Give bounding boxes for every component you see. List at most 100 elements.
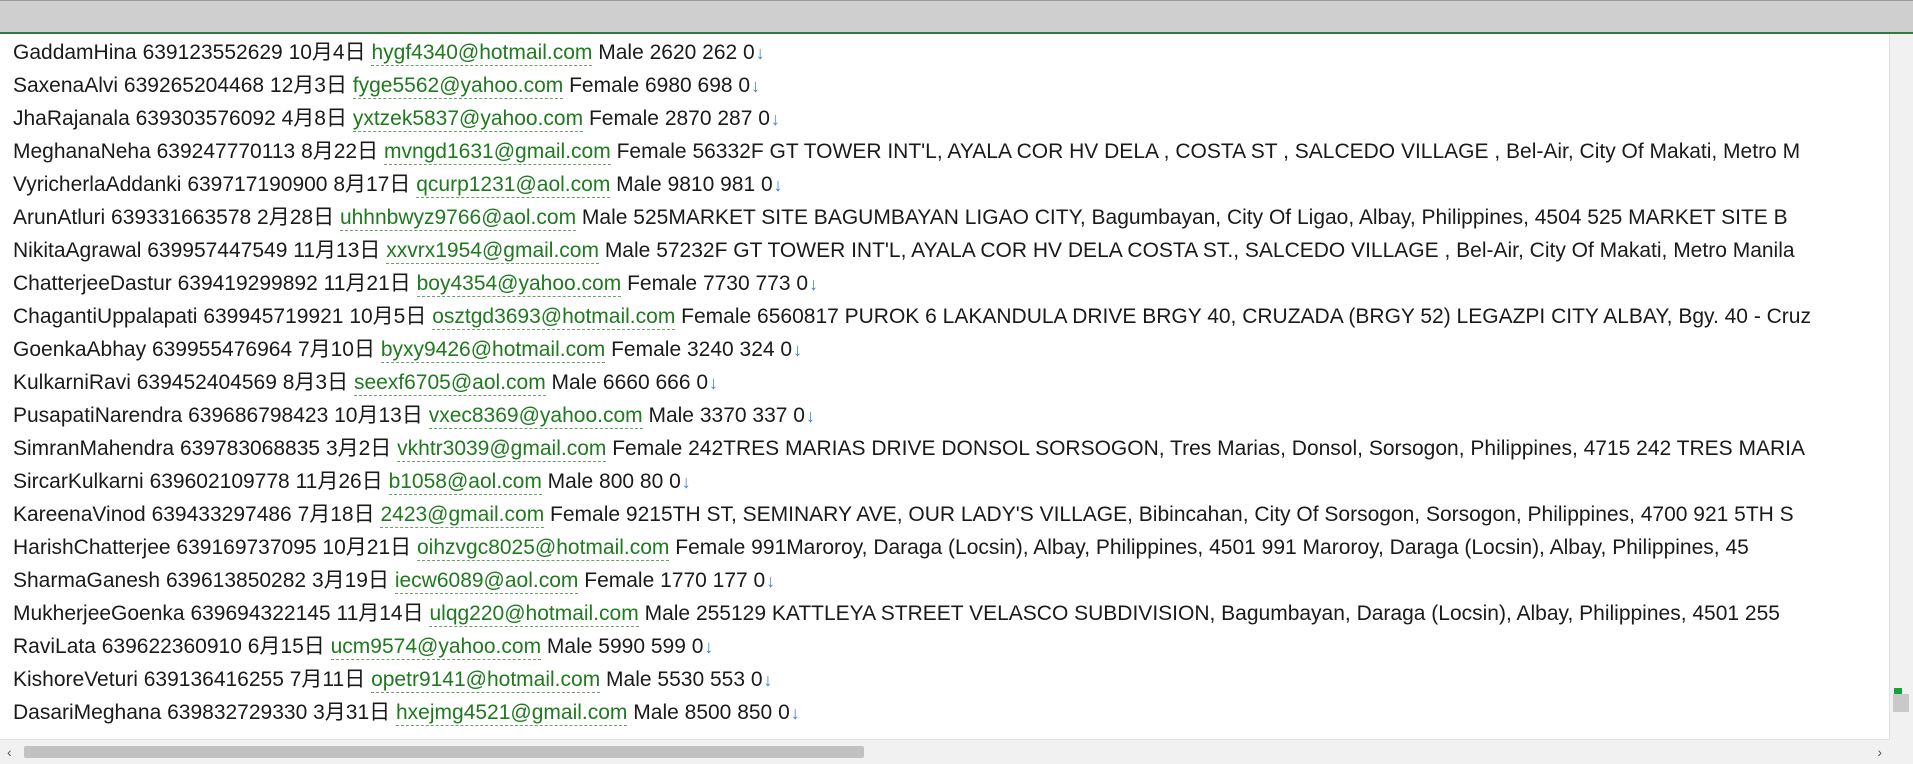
line-rest: 56332F GT TOWER INT'L, AYALA COR HV DELA… <box>692 140 1801 163</box>
email-link[interactable]: yxtzek5837@yahoo.com <box>352 107 584 132</box>
vertical-scroll-thumb[interactable] <box>1893 694 1909 712</box>
line-name: RaviLata <box>13 635 96 658</box>
line-date: 7月10日 <box>297 338 375 361</box>
line-phone: 639136416255 <box>143 668 284 691</box>
line-break-icon: ↓ <box>805 406 815 426</box>
email-link[interactable]: iecw6089@aol.com <box>394 569 579 594</box>
text-line[interactable]: NikitaAgrawal 639957447549 11月13日 xxvrx1… <box>13 234 1795 267</box>
document-text-area[interactable]: GaddamHina 639123552629 10月4日 hygf4340@h… <box>0 34 1890 740</box>
email-link[interactable]: ulqg220@hotmail.com <box>429 602 639 627</box>
line-name: GaddamHina <box>13 41 137 64</box>
line-rest: 9810 981 0 <box>667 173 773 196</box>
line-gender: Male <box>604 239 651 262</box>
email-link[interactable]: boy4354@yahoo.com <box>416 272 622 297</box>
text-line[interactable]: RaviLata 639622360910 6月15日 ucm9574@yaho… <box>13 630 713 663</box>
horizontal-scroll-thumb[interactable] <box>24 746 864 758</box>
text-line[interactable]: DasariMeghana 639832729330 3月31日 hxejmg4… <box>13 696 800 729</box>
email-link[interactable]: mvngd1631@gmail.com <box>383 140 611 165</box>
text-line[interactable]: KulkarniRavi 639452404569 8月3日 seexf6705… <box>13 366 718 399</box>
line-rest: 525MARKET SITE BAGUMBAYAN LIGAO CITY, Ba… <box>633 206 1788 229</box>
line-break-icon: ↓ <box>755 43 765 63</box>
text-line[interactable]: VyricherlaAddanki 639717190900 8月17日 qcu… <box>13 168 783 201</box>
line-break-icon: ↓ <box>751 76 761 96</box>
line-rest: 5530 553 0 <box>657 668 763 691</box>
email-link[interactable]: vxec8369@yahoo.com <box>428 404 643 429</box>
email-link[interactable]: 2423@gmail.com <box>380 503 545 528</box>
line-name: MukherjeeGoenka <box>13 602 185 625</box>
line-phone: 639303576092 <box>135 107 276 130</box>
line-date: 6月15日 <box>247 635 325 658</box>
line-date: 7月11日 <box>289 668 366 691</box>
line-name: SircarKulkarni <box>13 470 144 493</box>
chevron-right-icon[interactable]: › <box>1877 740 1882 764</box>
text-line[interactable]: HarishChatterjee 639169737095 10月21日 oih… <box>13 531 1749 564</box>
text-line[interactable]: SircarKulkarni 639602109778 11月26日 b1058… <box>13 465 691 498</box>
text-line[interactable]: ArunAtluri 639331663578 2月28日 uhhnbwyz97… <box>13 201 1788 234</box>
text-line[interactable]: GaddamHina 639123552629 10月4日 hygf4340@h… <box>13 36 765 69</box>
line-phone: 639957447549 <box>147 239 288 262</box>
line-break-icon: ↓ <box>773 175 783 195</box>
line-name: ChatterjeeDastur <box>13 272 172 295</box>
line-name: VyricherlaAddanki <box>13 173 182 196</box>
email-link[interactable]: uhhnbwyz9766@aol.com <box>339 206 577 231</box>
line-name: ChagantiUppalapati <box>13 305 198 328</box>
email-link[interactable]: ucm9574@yahoo.com <box>330 635 542 660</box>
text-line[interactable]: SharmaGanesh 639613850282 3月19日 iecw6089… <box>13 564 775 597</box>
vertical-scrollbar[interactable] <box>1889 34 1913 740</box>
line-break-icon: ↓ <box>770 109 780 129</box>
email-link[interactable]: oihzvgc8025@hotmail.com <box>416 536 670 561</box>
email-link[interactable]: fyge5562@yahoo.com <box>352 74 564 99</box>
line-name: SimranMahendra <box>13 437 175 460</box>
line-name: DasariMeghana <box>13 701 162 724</box>
line-phone: 639452404569 <box>136 371 277 394</box>
email-link[interactable]: vkhtr3039@gmail.com <box>397 437 607 462</box>
email-link[interactable]: xxvrx1954@gmail.com <box>386 239 599 264</box>
text-line[interactable]: PusapatiNarendra 639686798423 10月13日 vxe… <box>13 399 815 432</box>
line-phone: 639686798423 <box>188 404 329 427</box>
line-phone: 639832729330 <box>167 701 308 724</box>
email-link[interactable]: osztgd3693@hotmail.com <box>432 305 676 330</box>
line-date: 7月18日 <box>297 503 375 526</box>
line-break-icon: ↓ <box>704 637 714 657</box>
line-date: 10月21日 <box>322 536 412 559</box>
text-line[interactable]: KishoreVeturi 639136416255 7月11日 opetr91… <box>13 663 773 696</box>
text-line[interactable]: GoenkaAbhay 639955476964 7月10日 byxy9426@… <box>13 333 802 366</box>
text-line[interactable]: SimranMahendra 639783068835 3月2日 vkhtr30… <box>13 432 1805 465</box>
line-date: 4月8日 <box>281 107 347 130</box>
line-gender: Male <box>551 371 598 394</box>
text-line[interactable]: ChagantiUppalapati 639945719921 10月5日 os… <box>13 300 1811 333</box>
email-link[interactable]: b1058@aol.com <box>388 470 542 495</box>
email-link[interactable]: hxejmg4521@gmail.com <box>396 701 628 726</box>
email-link[interactable]: byxy9426@hotmail.com <box>380 338 606 363</box>
text-line[interactable]: JhaRajanala 639303576092 4月8日 yxtzek5837… <box>13 102 780 135</box>
line-date: 8月17日 <box>333 173 411 196</box>
line-name: KulkarniRavi <box>13 371 131 394</box>
text-line[interactable]: MukherjeeGoenka 639694322145 11月14日 ulqg… <box>13 597 1780 630</box>
text-line[interactable]: KareenaVinod 639433297486 7月18日 2423@gma… <box>13 498 1794 531</box>
line-name: SaxenaAlvi <box>13 74 119 97</box>
line-name: ArunAtluri <box>13 206 106 229</box>
chevron-left-icon[interactable]: ‹ <box>7 740 12 764</box>
text-line[interactable]: ChatterjeeDastur 639419299892 11月21日 boy… <box>13 267 818 300</box>
line-phone: 639123552629 <box>142 41 283 64</box>
line-date: 11月26日 <box>295 470 383 493</box>
line-date: 10月4日 <box>288 41 366 64</box>
line-break-icon: ↓ <box>790 703 800 723</box>
horizontal-scrollbar[interactable]: ‹ › <box>0 739 1890 764</box>
line-date: 11月14日 <box>336 602 424 625</box>
toolbar-area <box>0 0 1913 34</box>
email-link[interactable]: seexf6705@aol.com <box>353 371 546 396</box>
line-gender: Male <box>581 206 628 229</box>
line-rest: 255129 KATTLEYA STREET VELASCO SUBDIVISI… <box>695 602 1780 625</box>
line-rest: 9215TH ST, SEMINARY AVE, OUR LADY'S VILL… <box>625 503 1794 526</box>
email-link[interactable]: hygf4340@hotmail.com <box>371 41 593 66</box>
email-link[interactable]: qcurp1231@aol.com <box>416 173 611 198</box>
line-phone: 639602109778 <box>149 470 290 493</box>
line-rest: 57232F GT TOWER INT'L, AYALA COR HV DELA… <box>656 239 1795 262</box>
text-line[interactable]: MeghanaNeha 639247770113 8月22日 mvngd1631… <box>13 135 1800 168</box>
text-line[interactable]: SaxenaAlvi 639265204468 12月3日 fyge5562@y… <box>13 69 760 102</box>
line-name: HarishChatterjee <box>13 536 171 559</box>
email-link[interactable]: opetr9141@hotmail.com <box>371 668 601 693</box>
line-name: PusapatiNarendra <box>13 404 183 427</box>
line-gender: Male <box>644 602 691 625</box>
